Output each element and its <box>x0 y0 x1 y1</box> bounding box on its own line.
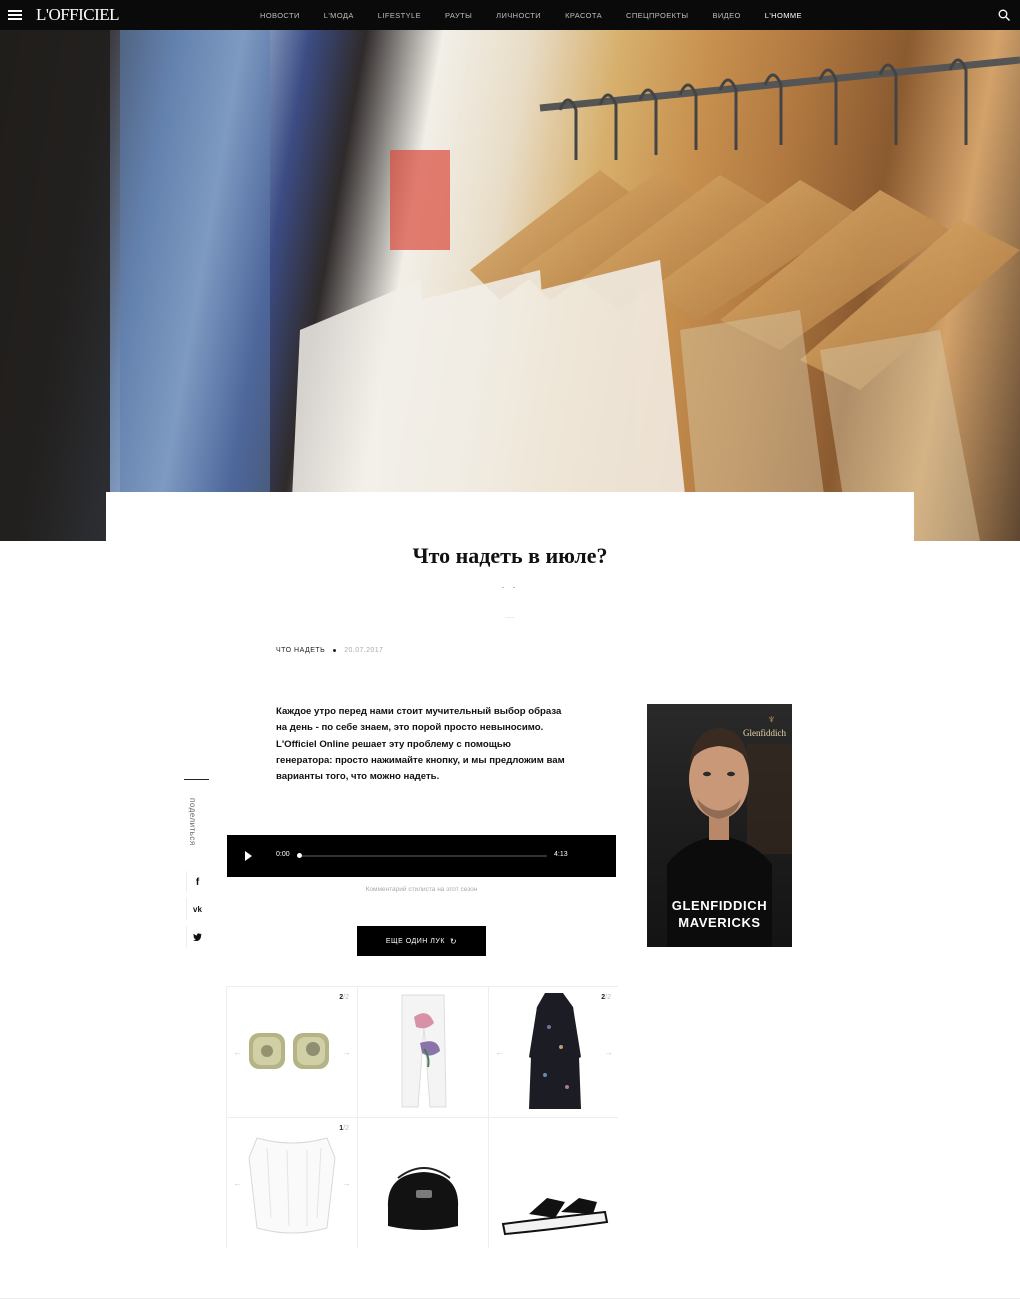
product-top[interactable]: 1/2 ← → <box>227 1118 357 1248</box>
category-link[interactable]: ЧТО НАДЕТЬ <box>276 647 325 654</box>
footer-divider <box>0 1298 1020 1299</box>
nav-item-beauty[interactable]: КРАСОТА <box>565 11 602 20</box>
refresh-icon: ↻ <box>449 936 458 946</box>
lead-ornament: ····· <box>505 615 515 621</box>
ad-brand: Glenfiddich <box>743 728 786 738</box>
search-icon[interactable] <box>998 9 1010 21</box>
another-look-button[interactable]: ЕЩЕ ОДИН ЛУК ↻ <box>357 926 486 956</box>
publish-date: 20.07.2017 <box>344 647 384 654</box>
nav-item-people[interactable]: ЛИЧНОСТИ <box>496 11 541 20</box>
nav-item-lifestyle[interactable]: LIFESTYLE <box>378 11 421 20</box>
article-title: Что надеть в июле? <box>412 543 608 568</box>
another-look-label: ЕЩЕ ОДИН ЛУК <box>385 937 445 945</box>
title-ornament: . . <box>501 580 519 590</box>
nav-item-fashion[interactable]: L'МОДА <box>324 11 354 20</box>
twitter-share-button[interactable] <box>186 926 208 948</box>
share-label: поделиться <box>188 798 197 846</box>
bag-image <box>387 1167 459 1230</box>
product-dress[interactable]: 2/2 ← → <box>489 987 619 1117</box>
article-meta: ЧТО НАДЕТЬ 20.07.2017 <box>276 647 383 654</box>
ad-headline: GLENFIDDICH MAVERICKS <box>647 897 792 931</box>
nav-item-video[interactable]: ВИДЕО <box>712 11 740 20</box>
audio-current-time: 0:00 <box>276 851 290 858</box>
dress-image <box>529 993 581 1109</box>
clothes-rack-illustration <box>0 30 1020 541</box>
facebook-icon: f <box>195 876 200 888</box>
product-jeans[interactable] <box>358 987 488 1117</box>
glenfiddich-ad-banner[interactable]: ♆ Glenfiddich GLENFIDDICH MAVERICKS <box>647 704 792 947</box>
ad-headline-line-2: MAVERICKS <box>678 915 761 930</box>
top-image <box>248 1137 336 1234</box>
audio-progress-handle[interactable] <box>297 853 302 858</box>
meta-separator <box>333 649 337 652</box>
vk-icon: vk <box>193 904 202 914</box>
earrings-image <box>249 1033 329 1069</box>
top-nav-bar: L'OFFICIEL НОВОСТИ L'МОДА LIFESTYLE РАУТ… <box>0 0 1020 30</box>
audio-duration: 4:13 <box>554 851 568 858</box>
article-intro: Каждое утро перед нами стоит мучительный… <box>276 706 565 783</box>
facebook-share-button[interactable]: f <box>186 871 208 893</box>
audio-caption: Комментарий стилиста на этот сезон <box>365 886 478 893</box>
ad-headline-line-1: GLENFIDDICH <box>671 898 768 913</box>
nav-item-lhomme[interactable]: L'HOMME <box>765 11 802 20</box>
audio-progress-track[interactable] <box>297 855 547 857</box>
sandals-image <box>501 1198 609 1236</box>
audio-player: 0:00 4:13 <box>227 835 616 877</box>
hero-image <box>0 30 1020 541</box>
site-logo[interactable]: L'OFFICIEL <box>36 5 120 25</box>
product-bag[interactable] <box>358 1118 488 1248</box>
nav-item-special[interactable]: СПЕЦПРОЕКТЫ <box>626 11 688 20</box>
menu-icon[interactable] <box>8 10 22 20</box>
nav-item-parties[interactable]: РАУТЫ <box>445 11 472 20</box>
share-divider <box>184 779 209 780</box>
product-sandals[interactable] <box>489 1118 619 1248</box>
jeans-image <box>401 994 447 1108</box>
main-nav: НОВОСТИ L'МОДА LIFESTYLE РАУТЫ ЛИЧНОСТИ … <box>248 0 814 30</box>
product-grid: 2/2 ← → 2/2 ← → 1/2 ← → <box>226 986 619 1248</box>
product-earrings[interactable]: 2/2 ← → <box>227 987 357 1117</box>
twitter-icon <box>193 933 202 941</box>
nav-item-news[interactable]: НОВОСТИ <box>260 11 300 20</box>
stag-logo-icon: ♆ <box>767 712 776 726</box>
vk-share-button[interactable]: vk <box>186 898 208 920</box>
play-icon[interactable] <box>245 851 252 861</box>
